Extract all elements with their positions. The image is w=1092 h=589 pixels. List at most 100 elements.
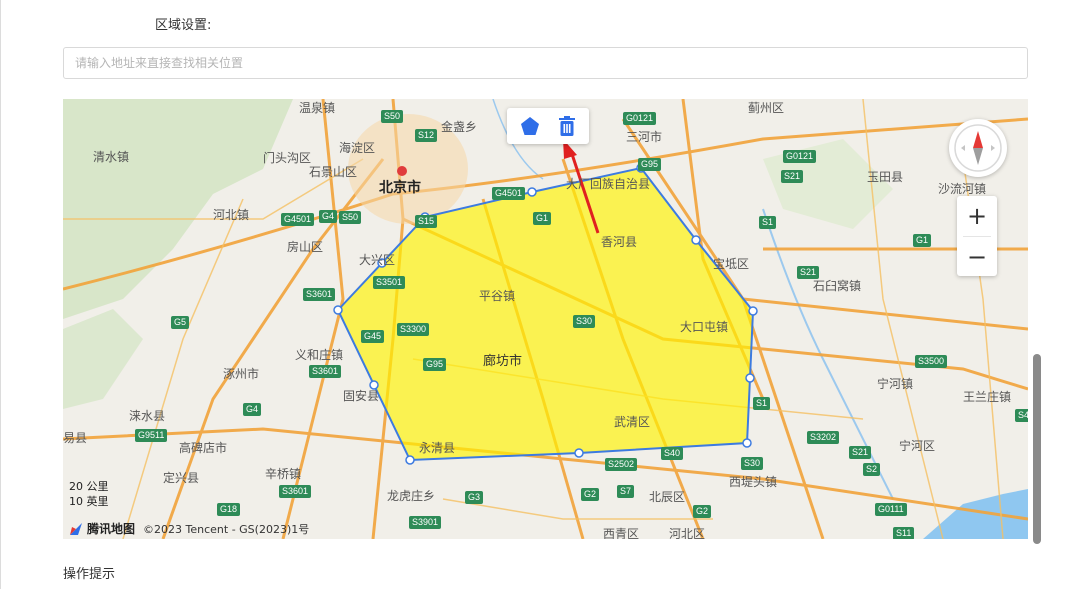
road-shield-label: G0111 bbox=[875, 503, 907, 516]
map-place-label: 河北区 bbox=[669, 527, 706, 539]
terrain-area bbox=[63, 309, 143, 409]
map-place-label: 涿州市 bbox=[223, 367, 260, 381]
compass-control[interactable] bbox=[949, 119, 1007, 177]
road-shield-label: G18 bbox=[217, 503, 241, 516]
polygon-vertex-handle[interactable] bbox=[333, 305, 343, 315]
address-search-input[interactable] bbox=[63, 47, 1028, 79]
map-place-label: 宁河区 bbox=[899, 439, 936, 453]
map-place-label: 金盏乡 bbox=[441, 120, 478, 134]
tencent-map-logo-icon bbox=[70, 522, 82, 535]
map-base-layer bbox=[63, 99, 1028, 539]
polygon-vertex-handle[interactable] bbox=[748, 306, 758, 316]
map-place-label: 永清县 bbox=[419, 441, 456, 455]
road-shield-label: G0121 bbox=[783, 150, 817, 163]
road-shield-label: G95 bbox=[638, 158, 662, 171]
road-shield-label: S1 bbox=[759, 216, 777, 229]
map-place-label: 龙虎庄乡 bbox=[387, 489, 436, 503]
road-shield-label: S30 bbox=[741, 457, 764, 470]
road-shield-label: G2 bbox=[693, 505, 712, 518]
trash-icon bbox=[558, 116, 575, 136]
road-shield-label: G4 bbox=[319, 210, 338, 223]
map-place-label: 西堤头镇 bbox=[729, 475, 778, 489]
polygon-vertex-handle[interactable] bbox=[745, 373, 755, 383]
compass-icon bbox=[954, 124, 1002, 172]
map-place-label: 义和庄镇 bbox=[295, 348, 344, 362]
capital-marker-icon bbox=[397, 166, 407, 176]
map-place-label: 大兴区 bbox=[359, 253, 396, 267]
road-shield-label: S21 bbox=[849, 446, 872, 459]
zoom-out-button[interactable]: − bbox=[957, 237, 997, 277]
map-place-label: 玉田县 bbox=[867, 170, 904, 184]
road-shield-label: S3501 bbox=[373, 276, 406, 289]
road-shield-label: G4 bbox=[243, 403, 262, 416]
draw-toolbar bbox=[507, 108, 589, 144]
road-shield-label: S4 bbox=[1015, 409, 1028, 422]
zoom-control: + − bbox=[957, 196, 997, 276]
road-shield-label: S3500 bbox=[915, 355, 948, 368]
road-shield-label: S15 bbox=[415, 215, 438, 228]
map-place-label: 固安县 bbox=[343, 389, 380, 403]
map-place-label: 辛桥镇 bbox=[265, 467, 302, 481]
polygon-vertex-handle[interactable] bbox=[527, 187, 537, 197]
road-shield-label: S3202 bbox=[807, 431, 840, 444]
map-place-label: 香河县 bbox=[601, 235, 638, 249]
zoom-in-button[interactable]: + bbox=[957, 196, 997, 236]
map-place-label: 廊坊市 bbox=[483, 354, 523, 369]
map-place-label: 清水镇 bbox=[93, 150, 130, 164]
map-place-label: 大厂回族自治县 bbox=[566, 177, 651, 191]
scale-km: 20 公里 bbox=[69, 480, 109, 493]
scale-text: 20 公里 10 英里 bbox=[69, 479, 109, 509]
road-shield-label: S21 bbox=[797, 266, 820, 279]
map-place-label: 温泉镇 bbox=[299, 101, 336, 115]
map-place-label: 涞水县 bbox=[129, 409, 166, 423]
map-place-label: 宁河镇 bbox=[877, 377, 914, 391]
brand-name: 腾讯地图 bbox=[87, 522, 136, 536]
road-shield-label: S3601 bbox=[303, 288, 336, 301]
road-shield-label: G4501 bbox=[492, 187, 526, 200]
region-settings-label: 区域设置: bbox=[155, 18, 212, 33]
polygon-icon bbox=[520, 117, 539, 135]
road-shield-label: S21 bbox=[781, 170, 804, 183]
polygon-vertex-handle[interactable] bbox=[574, 448, 584, 458]
polygon-vertex-handle[interactable] bbox=[691, 235, 701, 245]
road-shield-label: S40 bbox=[661, 447, 684, 460]
road-shield-label: S2 bbox=[863, 463, 881, 476]
road-shield-label: G4501 bbox=[281, 213, 315, 226]
map-place-label: 大口屯镇 bbox=[680, 320, 729, 334]
road-shield-label: S50 bbox=[339, 211, 362, 224]
road-shield-label: S3601 bbox=[309, 365, 342, 378]
map-place-label: 北辰区 bbox=[649, 490, 686, 504]
draw-polygon-button[interactable] bbox=[513, 111, 547, 141]
road-shield-label: G3 bbox=[465, 491, 484, 504]
road-shield-label: G95 bbox=[423, 358, 447, 371]
road-shield-label: S3901 bbox=[409, 516, 442, 529]
road-shield-label: G5 bbox=[171, 316, 190, 329]
delete-shape-button[interactable] bbox=[550, 111, 584, 141]
map-place-label: 易县 bbox=[63, 431, 88, 445]
road-shield-label: G0121 bbox=[623, 112, 657, 125]
map-canvas[interactable]: 北京市 廊坊市 海淀区 石景山区 门头沟区 房山区 大兴区 河北镇 清水镇 三河市 蓟州区 大厂回族自… bbox=[63, 99, 1028, 539]
map-place-label: 房山区 bbox=[287, 240, 324, 254]
scale-mi: 10 英里 bbox=[69, 495, 109, 508]
road-shield-label: G9511 bbox=[135, 429, 168, 442]
sea-area bbox=[923, 489, 1028, 539]
road-shield-label: S30 bbox=[573, 315, 596, 328]
map-place-label: 石景山区 bbox=[309, 165, 358, 179]
polygon-vertex-handle[interactable] bbox=[405, 455, 415, 465]
map-place-label: 西青区 bbox=[603, 527, 640, 539]
road-shield-label: S1 bbox=[753, 397, 771, 410]
scrollbar-thumb[interactable] bbox=[1033, 354, 1041, 544]
road-shield-label: G2 bbox=[581, 488, 600, 501]
road-shield-label: S11 bbox=[893, 527, 915, 539]
map-place-label: 定兴县 bbox=[163, 471, 200, 485]
map-place-label: 门头沟区 bbox=[263, 151, 312, 165]
copyright-text: ©2023 Tencent - GS(2023)1号 bbox=[143, 522, 310, 536]
polygon-vertex-handle[interactable] bbox=[742, 438, 752, 448]
operation-tips-label: 操作提示 bbox=[63, 567, 116, 582]
road-shield-label: S7 bbox=[617, 485, 635, 498]
map-place-label: 北京市 bbox=[379, 180, 421, 196]
road-shield-label: S2502 bbox=[605, 458, 638, 471]
road-shield-label: S3300 bbox=[397, 323, 430, 336]
map-place-label: 蓟州区 bbox=[748, 101, 785, 115]
map-place-label: 高碑店市 bbox=[179, 441, 228, 455]
